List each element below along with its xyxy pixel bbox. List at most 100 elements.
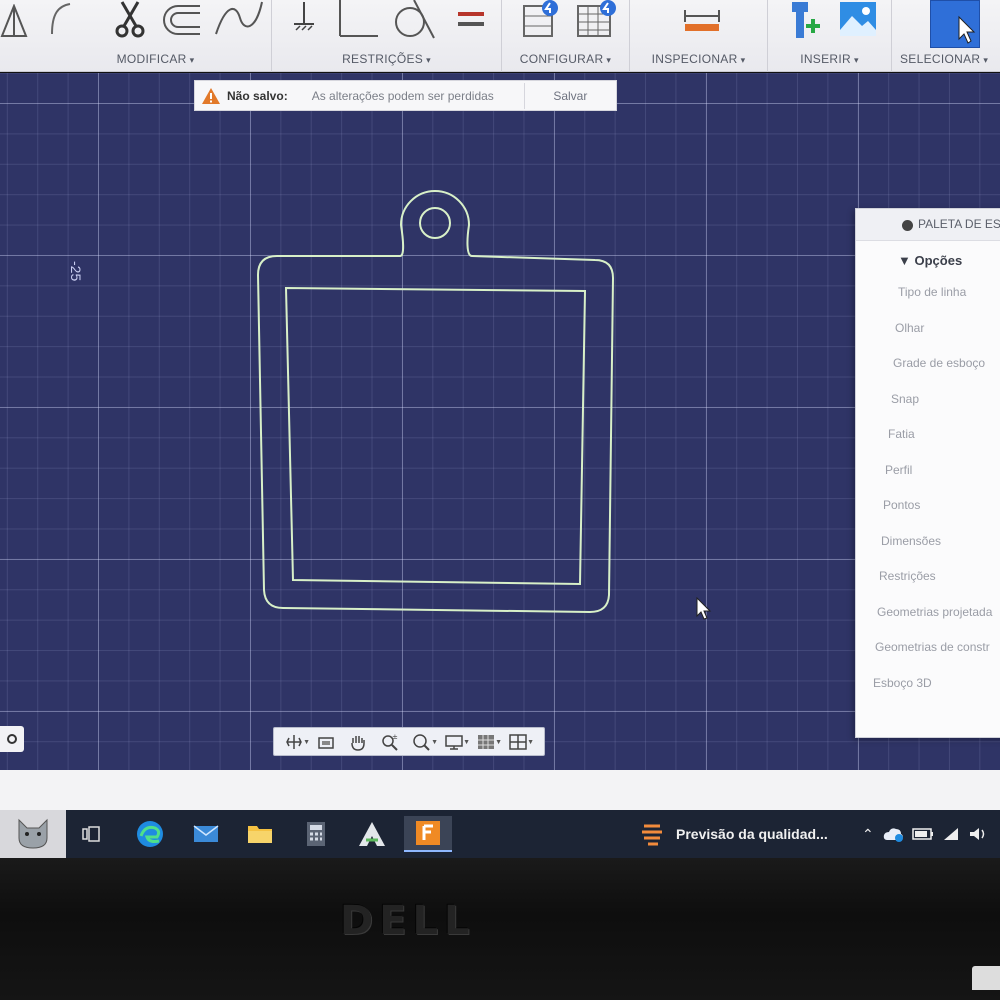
sketch-geometry[interactable]	[0, 73, 1000, 770]
expand-triangle-icon: ▼	[898, 253, 915, 268]
spline-icon[interactable]	[214, 0, 264, 36]
sketch-canvas[interactable]: -25	[0, 73, 1000, 770]
task-view-button[interactable]	[72, 816, 112, 852]
equal-icon[interactable]	[456, 8, 486, 32]
option-3d-sketch[interactable]: Esboço 3D	[856, 666, 1000, 702]
weather-text: Previsão da qualidad...	[676, 826, 828, 842]
zoom-dropdown-caret[interactable]: ▼	[431, 739, 438, 746]
wifi-icon[interactable]	[942, 827, 960, 841]
option-sketch-grid[interactable]: Grade de esboço	[856, 346, 1000, 382]
modify-label[interactable]: MODIFICAR ▾	[40, 52, 271, 66]
mail-button[interactable]	[186, 816, 226, 852]
timeline-panel	[0, 770, 1000, 810]
battery-icon[interactable]	[911, 827, 934, 841]
display-icon	[445, 734, 463, 750]
inspect-label[interactable]: INSPECIONAR ▾	[630, 52, 767, 66]
options-section-label: Opções	[914, 253, 963, 268]
start-avatar-button[interactable]	[0, 810, 66, 858]
orbit-button[interactable]: ▼	[278, 730, 310, 754]
configure-caret: ▾	[606, 55, 612, 65]
grid-dropdown-caret[interactable]: ▼	[495, 739, 502, 746]
grid-icon	[478, 734, 494, 749]
palette-title: PALETA DE ES	[918, 217, 1000, 231]
air-quality-icon	[642, 824, 662, 846]
zoom-window-button[interactable]: ±	[374, 730, 406, 754]
autodesk-button[interactable]	[352, 816, 392, 852]
file-explorer-button[interactable]	[240, 816, 280, 852]
pan-button[interactable]	[342, 730, 374, 754]
option-projected-geometries[interactable]: Geometrias projetada	[856, 595, 1000, 631]
display-dropdown-caret[interactable]: ▼	[463, 739, 470, 746]
monitor-brand-logo: DELL	[340, 898, 476, 944]
power-indicator	[972, 966, 1000, 990]
modify-label-text: MODIFICAR	[116, 52, 187, 66]
constraints-label[interactable]: RESTRIÇÕES ▾	[272, 52, 501, 66]
option-points[interactable]: Pontos	[856, 488, 1000, 524]
option-look-at[interactable]: Olhar	[856, 311, 1000, 347]
offset-icon[interactable]	[160, 4, 204, 36]
tangent-icon[interactable]	[390, 0, 436, 40]
view-cube-toggle[interactable]	[0, 726, 24, 752]
triangle-tool-icon[interactable]	[0, 4, 28, 40]
look-at-icon	[318, 736, 334, 749]
chevron-up-icon[interactable]: ⌃	[862, 826, 874, 843]
viewports-button[interactable]: ▼	[502, 730, 534, 754]
warning-icon	[202, 87, 220, 104]
constraints-group: RESTRIÇÕES ▾	[272, 0, 502, 72]
circle-icon	[7, 734, 17, 744]
insert-derive-icon[interactable]	[786, 0, 822, 42]
select-button[interactable]	[930, 0, 980, 48]
constraints-label-text: RESTRIÇÕES	[342, 52, 424, 66]
trim-scissors-icon[interactable]	[112, 0, 148, 40]
dimension-label: -25	[68, 261, 84, 282]
option-dimensions[interactable]: Dimensões	[856, 524, 1000, 560]
grid-settings-button[interactable]: ▼	[470, 730, 502, 754]
option-profile[interactable]: Perfil	[856, 453, 1000, 489]
palette-collapse-icon[interactable]	[902, 220, 913, 231]
insert-caret: ▾	[853, 55, 859, 65]
orbit-dropdown-caret[interactable]: ▼	[303, 739, 310, 746]
file-explorer-icon	[248, 826, 272, 843]
save-button[interactable]: Salvar	[525, 89, 616, 103]
fusion-button[interactable]	[404, 816, 452, 852]
hanging-hole-line	[419, 207, 451, 239]
palette-header[interactable]: PALETA DE ES	[856, 209, 1000, 241]
options-section-header[interactable]: ▼ Opções	[856, 241, 1000, 275]
viewports-icon	[509, 733, 527, 750]
select-arrow-icon	[958, 15, 976, 44]
perpendicular-icon[interactable]	[336, 0, 380, 40]
insert-label[interactable]: INSERIR ▾	[768, 52, 891, 66]
arc-tool-icon[interactable]	[48, 0, 72, 36]
look-at-button[interactable]	[310, 730, 342, 754]
option-snap[interactable]: Snap	[856, 382, 1000, 418]
select-label[interactable]: SELECIONAR ▾	[900, 52, 1000, 66]
task-view-icon	[82, 826, 100, 842]
option-line-type[interactable]: Tipo de linha	[856, 275, 1000, 311]
sketch-palette: PALETA DE ES ▼ Opções Tipo de linha Olha…	[855, 208, 1000, 738]
measure-icon[interactable]	[682, 6, 722, 34]
configure-label[interactable]: CONFIGURAR ▾	[502, 52, 629, 66]
parameters-icon[interactable]	[522, 0, 562, 40]
weather-widget[interactable]: Previsão da qualidad...	[640, 810, 828, 858]
zoom-window-icon: ±	[382, 733, 398, 751]
banner-message: As alterações podem ser perdidas	[311, 88, 494, 103]
cat-avatar-icon	[18, 818, 48, 849]
viewports-dropdown-caret[interactable]: ▼	[527, 739, 534, 746]
edge-button[interactable]	[130, 816, 170, 852]
option-slice[interactable]: Fatia	[856, 417, 1000, 453]
insert-image-icon[interactable]	[838, 0, 878, 40]
calculator-button[interactable]	[296, 816, 336, 852]
fix-constraint-icon[interactable]	[290, 0, 318, 36]
outer-profile-line	[256, 190, 615, 614]
option-constraints[interactable]: Restrições	[856, 559, 1000, 595]
option-construction-geometries[interactable]: Geometrias de constr	[856, 630, 1000, 666]
zoom-button[interactable]: ▼	[406, 730, 438, 754]
zoom-icon	[413, 733, 430, 751]
inspect-label-text: INSPECIONAR	[651, 52, 738, 66]
table-config-icon[interactable]	[576, 0, 618, 40]
select-group: SELECIONAR ▾	[892, 0, 1000, 72]
display-settings-button[interactable]: ▼	[438, 730, 470, 754]
insert-label-text: INSERIR	[800, 52, 851, 66]
volume-icon[interactable]	[968, 826, 988, 842]
cloud-sync-icon[interactable]	[882, 826, 904, 842]
